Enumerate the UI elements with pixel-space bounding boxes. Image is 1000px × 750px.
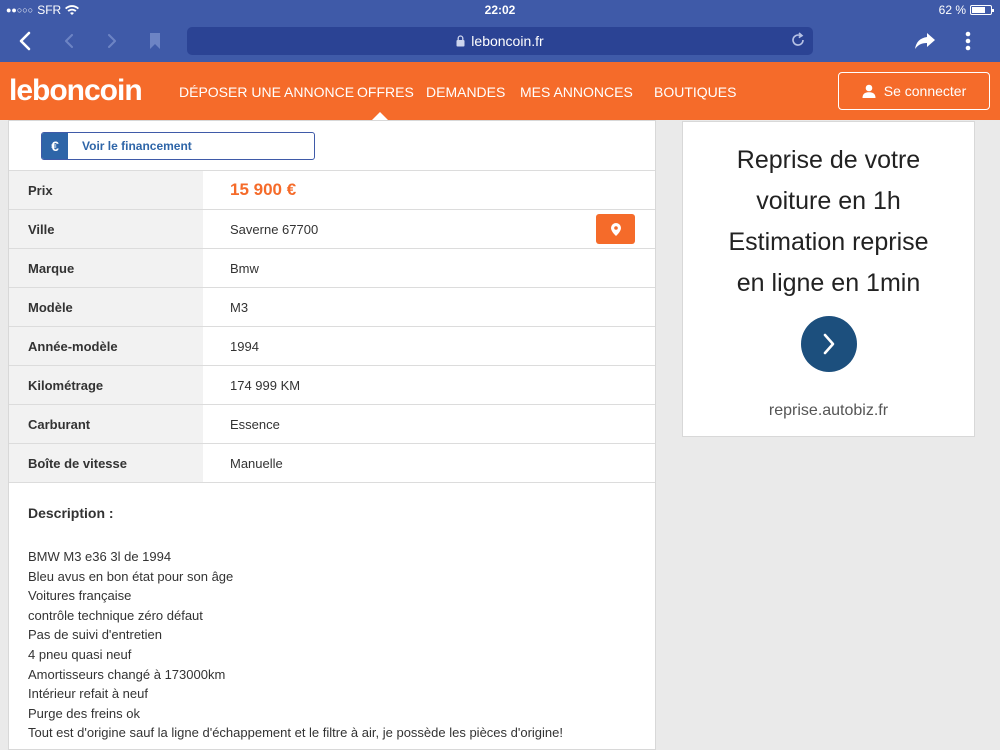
spec-value: Bmw bbox=[230, 260, 259, 276]
euro-icon: € bbox=[42, 133, 68, 159]
spec-value: M3 bbox=[230, 299, 249, 315]
spec-value: Saverne 67700 bbox=[230, 221, 319, 237]
description-line: Amortisseurs changé à 173000km bbox=[28, 666, 226, 682]
spec-row-city: Ville Saverne 67700 bbox=[9, 209, 655, 248]
ad-domain: reprise.autobiz.fr bbox=[768, 402, 889, 419]
financing-button[interactable]: € Voir le financement bbox=[41, 132, 315, 160]
spec-value: Manuelle bbox=[230, 455, 283, 471]
browser-toolbar: leboncoin.fr bbox=[0, 20, 1000, 62]
back-icon[interactable] bbox=[12, 28, 38, 54]
active-nav-indicator bbox=[372, 112, 388, 120]
login-button[interactable]: Se connecter bbox=[838, 72, 990, 110]
description-section: Description : BMW M3 e36 3l de 1994 Bleu… bbox=[28, 505, 638, 743]
spec-value: 174 999 KM bbox=[230, 377, 301, 393]
spec-value: 1994 bbox=[230, 338, 259, 354]
ad-headline-line: Estimation reprise bbox=[728, 228, 929, 256]
spec-label: Marque bbox=[9, 249, 203, 287]
spec-row-brand: Marque Bmw bbox=[9, 248, 655, 287]
spec-row-year: Année-modèle 1994 bbox=[9, 326, 655, 365]
description-line: BMW M3 e36 3l de 1994 bbox=[28, 549, 172, 564]
description-line: Pas de suivi d'entretien bbox=[28, 627, 163, 643]
nav-demandes[interactable]: DEMANDES bbox=[426, 84, 505, 100]
battery-indicator: 62 % bbox=[938, 3, 994, 17]
map-button[interactable] bbox=[596, 214, 635, 244]
description-line: Voitures française bbox=[28, 588, 132, 604]
nav-offres[interactable]: OFFRES bbox=[357, 84, 414, 100]
description-line: Intérieur refait à neuf bbox=[28, 686, 148, 702]
spec-row-gearbox: Boîte de vitesse Manuelle bbox=[9, 443, 655, 482]
spec-row-model: Modèle M3 bbox=[9, 287, 655, 326]
spec-label: Modèle bbox=[9, 288, 203, 326]
battery-percent: 62 % bbox=[938, 3, 966, 17]
description-title: Description : bbox=[28, 505, 114, 521]
nav-mes-annonces[interactable]: MES ANNONCES bbox=[520, 84, 633, 100]
url-text: leboncoin.fr bbox=[471, 33, 544, 49]
spec-label: Prix bbox=[9, 171, 203, 209]
bookmark-icon[interactable] bbox=[142, 28, 168, 54]
battery-icon bbox=[970, 5, 994, 15]
spec-row-mileage: Kilométrage 174 999 KM bbox=[9, 365, 655, 404]
clock: 22:02 bbox=[484, 3, 516, 17]
ad-headline: Reprise de votre voiture en 1h Estimatio… bbox=[683, 140, 974, 304]
login-label: Se connecter bbox=[883, 83, 967, 99]
price-value: 15 900 € bbox=[230, 180, 297, 199]
spec-label: Ville bbox=[9, 210, 203, 248]
nav-boutiques[interactable]: BOUTIQUES bbox=[654, 84, 736, 100]
description-line: 4 pneu quasi neuf bbox=[28, 646, 132, 662]
user-icon bbox=[862, 84, 876, 98]
ad-banner[interactable]: Reprise de votre voiture en 1h Estimatio… bbox=[682, 121, 975, 437]
spec-label: Kilométrage bbox=[9, 366, 203, 404]
ad-headline-line: en ligne en 1min bbox=[736, 269, 921, 297]
reload-icon[interactable] bbox=[789, 31, 807, 52]
location-pin-icon bbox=[610, 222, 621, 236]
listing-card: € Voir le financement Prix 15 900 € Vill… bbox=[8, 120, 656, 750]
table-divider bbox=[9, 482, 655, 483]
spec-value: Essence bbox=[230, 416, 280, 432]
specs-table: Prix 15 900 € Ville Saverne 67700 Marque… bbox=[9, 170, 655, 483]
spec-row-fuel: Carburant Essence bbox=[9, 404, 655, 443]
spec-label: Année-modèle bbox=[9, 327, 203, 365]
spec-label: Boîte de vitesse bbox=[9, 444, 203, 482]
description-line: Bleu avus en bon état pour son âge bbox=[28, 568, 234, 584]
share-icon[interactable] bbox=[912, 28, 938, 54]
description-line: Tout est d'origine sauf la ligne d'échap… bbox=[28, 725, 563, 741]
description-line: contrôle technique zéro défaut bbox=[28, 607, 203, 623]
spec-row-price: Prix 15 900 € bbox=[9, 170, 655, 209]
description-line: Purge des freins ok bbox=[28, 705, 141, 721]
ad-headline-line: Reprise de votre bbox=[736, 146, 921, 174]
forward-icon[interactable] bbox=[99, 28, 125, 54]
spec-label: Carburant bbox=[9, 405, 203, 443]
site-header: leboncoin DÉPOSER UNE ANNONCE OFFRES DEM… bbox=[0, 62, 1000, 120]
ad-arrow-button[interactable] bbox=[801, 316, 857, 372]
financing-label: Voir le financement bbox=[82, 139, 192, 153]
nav-deposer-annonce[interactable]: DÉPOSER UNE ANNONCE bbox=[179, 84, 354, 100]
lock-icon bbox=[456, 35, 465, 47]
status-bar: ●●○○○ SFR 22:02 62 % bbox=[0, 0, 1000, 20]
address-bar[interactable]: leboncoin.fr bbox=[187, 27, 813, 55]
more-icon[interactable] bbox=[955, 28, 981, 54]
ad-headline-line: voiture en 1h bbox=[756, 187, 901, 215]
chevron-right-icon bbox=[823, 333, 835, 355]
back-page-icon[interactable] bbox=[56, 28, 82, 54]
site-logo[interactable]: leboncoin bbox=[9, 74, 143, 108]
